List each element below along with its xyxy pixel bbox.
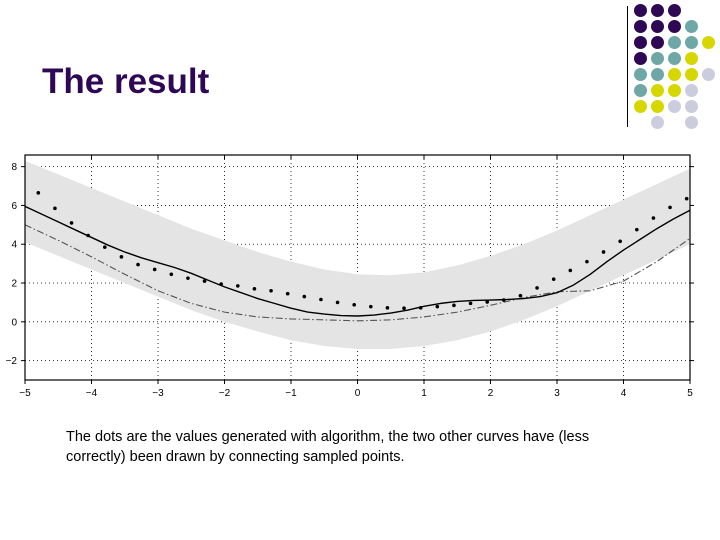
y-tick-label: 8	[11, 162, 17, 173]
x-tick-label: 0	[355, 388, 361, 399]
chart-figure: −5 −4 −3 −2 −1 0 1 2 3 4 5 −2 0 2 4 6 8	[0, 140, 720, 405]
data-point	[36, 191, 41, 195]
data-point	[202, 279, 207, 283]
data-point	[302, 294, 307, 299]
decorative-dot-grid	[634, 4, 720, 132]
data-point	[236, 284, 240, 288]
deco-dot-yellow	[702, 36, 715, 49]
deco-dot-purple	[634, 36, 647, 49]
deco-dot-lavender	[702, 68, 715, 81]
data-point	[385, 306, 390, 310]
deco-dot-purple	[634, 20, 647, 33]
data-point	[369, 304, 373, 309]
x-axis-tick-labels: −5 −4 −3 −2 −1 0 1 2 3 4 5	[19, 388, 693, 399]
x-tick-label: 4	[621, 388, 627, 399]
data-point	[468, 301, 473, 306]
deco-dot-yellow	[685, 52, 698, 65]
page-title: The result	[42, 62, 210, 101]
data-point	[152, 267, 157, 272]
x-tick-label: −1	[285, 388, 297, 399]
y-axis-tick-labels: −2 0 2 4 6 8	[6, 162, 18, 367]
y-tick-label: −2	[6, 356, 18, 367]
deco-dot-teal	[651, 68, 664, 81]
data-point	[635, 227, 639, 232]
y-tick-label: 4	[11, 240, 17, 251]
deco-dot-teal	[651, 52, 664, 65]
data-point	[502, 298, 506, 302]
deco-dot-purple	[634, 52, 647, 65]
data-point	[86, 233, 90, 238]
data-point	[169, 272, 174, 277]
deco-dot-teal	[668, 52, 681, 65]
data-point	[568, 268, 573, 273]
deco-dot-yellow	[685, 68, 698, 81]
x-tick-label: 3	[554, 388, 560, 399]
data-point	[651, 216, 656, 220]
header-divider-line	[627, 6, 628, 127]
data-point	[69, 221, 74, 225]
data-point	[269, 288, 273, 293]
x-tick-label: −4	[86, 388, 98, 399]
deco-dot-teal	[668, 36, 681, 49]
data-point	[136, 262, 140, 267]
x-tick-label: −2	[219, 388, 231, 399]
deco-dot-purple	[651, 20, 664, 33]
data-point	[668, 205, 672, 210]
data-point	[418, 306, 423, 310]
data-point	[103, 245, 107, 249]
deco-dot-yellow	[651, 84, 664, 97]
data-point	[252, 287, 257, 291]
data-point	[435, 304, 440, 309]
data-point	[285, 291, 290, 296]
deco-dot-purple	[634, 4, 647, 17]
deco-dot-teal	[685, 36, 698, 49]
data-point	[551, 277, 556, 281]
data-point	[684, 196, 689, 201]
deco-dot-purple	[668, 20, 681, 33]
deco-dot-yellow	[668, 68, 681, 81]
deco-dot-lavender	[685, 116, 698, 129]
data-point	[485, 300, 489, 304]
x-tick-label: 2	[488, 388, 494, 399]
slide-caption: The dots are the values generated with a…	[66, 429, 590, 465]
deco-dot-teal	[685, 20, 698, 33]
deco-dot-yellow	[634, 100, 647, 113]
deco-dot-purple	[651, 4, 664, 17]
data-point	[535, 286, 539, 290]
deco-dot-teal	[634, 68, 647, 81]
x-tick-label: 5	[687, 388, 693, 399]
data-point	[452, 303, 456, 308]
data-point	[518, 293, 523, 298]
deco-dot-purple	[651, 36, 664, 49]
deco-dot-lavender	[685, 84, 698, 97]
data-point	[352, 302, 356, 307]
result-chart: −5 −4 −3 −2 −1 0 1 2 3 4 5 −2 0 2 4 6 8	[6, 154, 694, 399]
data-point	[618, 239, 622, 244]
data-point	[119, 255, 124, 259]
x-tick-label: −5	[19, 388, 31, 399]
deco-dot-lavender	[668, 100, 681, 113]
deco-dot-purple	[668, 4, 681, 17]
data-point	[53, 206, 57, 211]
deco-dot-lavender	[651, 116, 664, 129]
x-tick-label: −3	[152, 388, 164, 399]
data-point	[319, 297, 323, 302]
data-point	[402, 306, 406, 311]
data-point	[585, 259, 589, 264]
data-point	[335, 300, 340, 305]
y-tick-label: 2	[11, 279, 17, 290]
x-tick-label: 1	[421, 388, 427, 399]
data-point	[186, 276, 190, 280]
deco-dot-yellow	[651, 100, 664, 113]
y-tick-label: 0	[11, 317, 17, 328]
y-tick-label: 6	[11, 201, 17, 212]
data-point	[219, 282, 223, 286]
data-point	[601, 250, 606, 254]
deco-dot-lavender	[685, 100, 698, 113]
deco-dot-teal	[634, 84, 647, 97]
chart-plot-area: −5 −4 −3 −2 −1 0 1 2 3 4 5 −2 0 2 4 6 8	[6, 154, 694, 399]
deco-dot-yellow	[668, 84, 681, 97]
